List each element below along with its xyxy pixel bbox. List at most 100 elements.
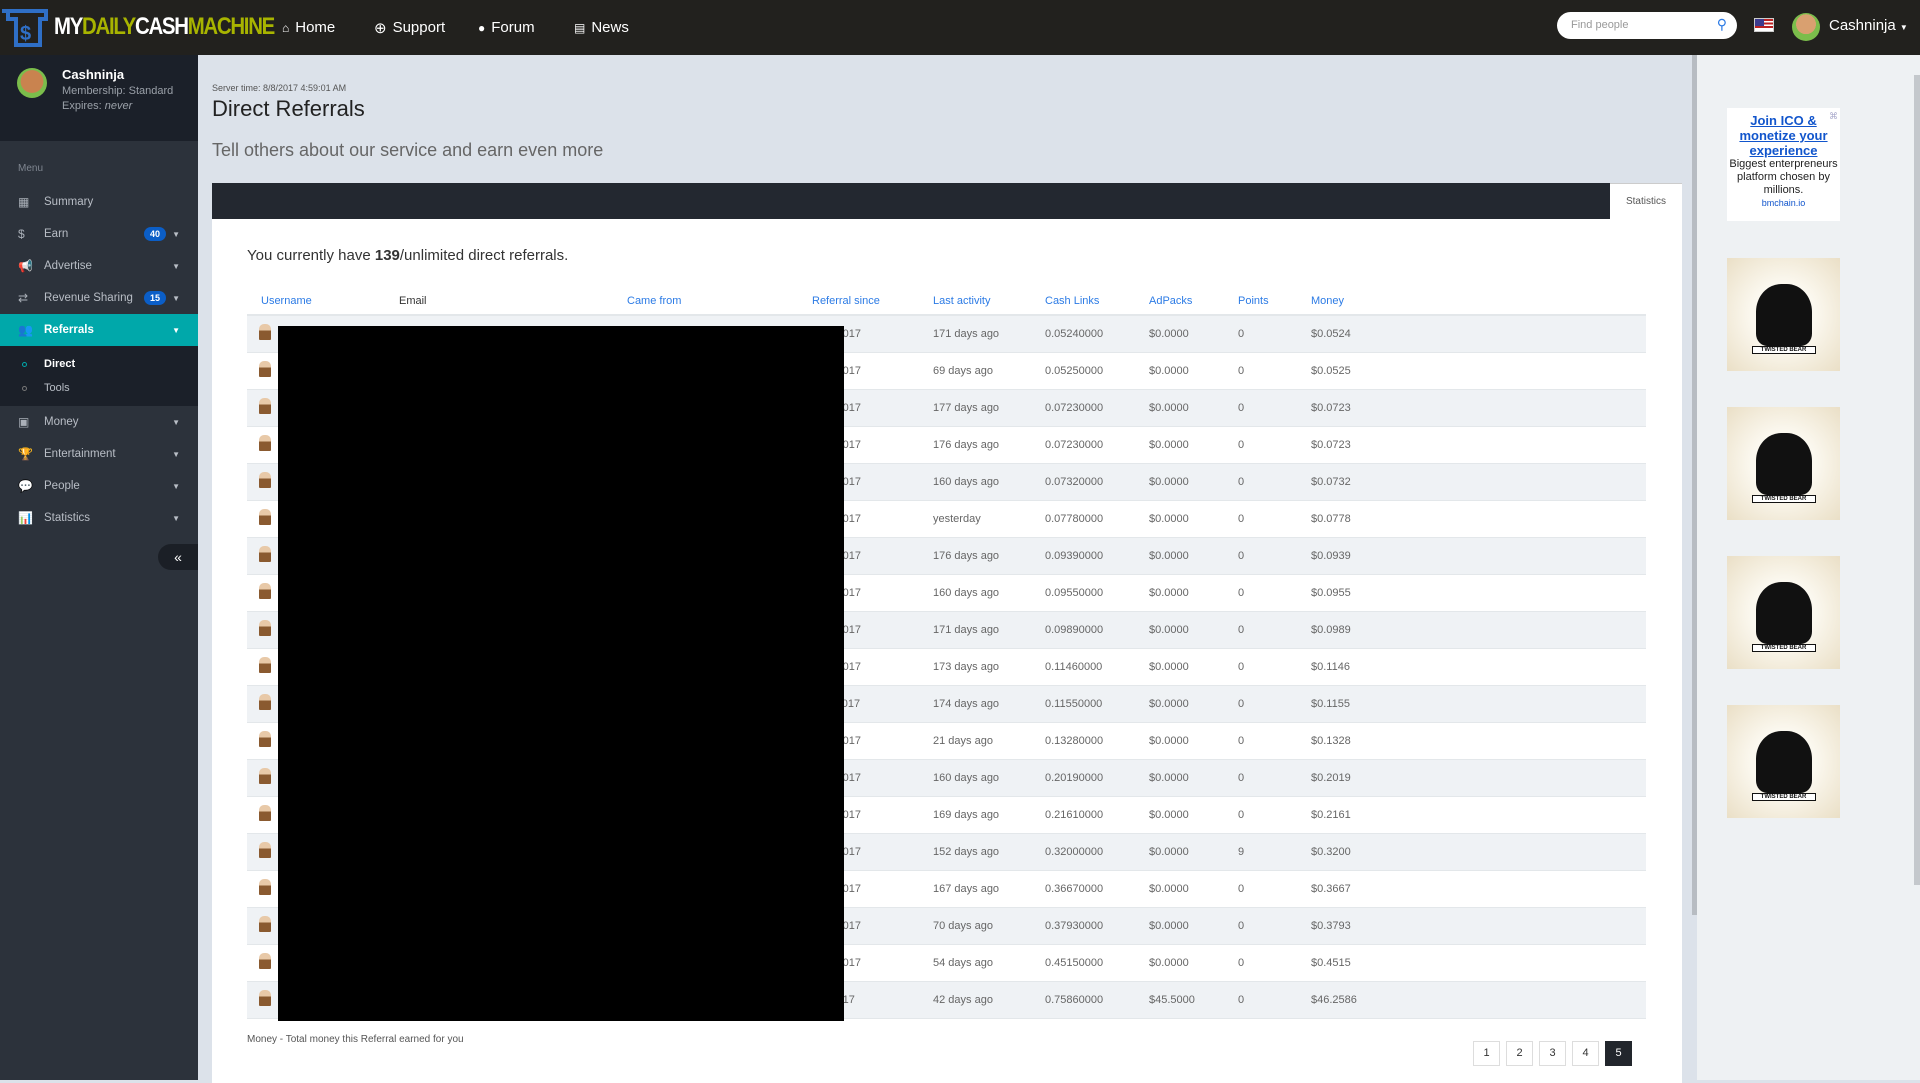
nav-forum[interactable]: ● Forum (478, 0, 535, 55)
user-avatar-icon[interactable] (259, 361, 271, 377)
sidebar-item-label: Referrals (44, 324, 94, 336)
column-header-username[interactable]: Username (247, 288, 385, 316)
search-input[interactable]: Find people ⚲ (1557, 12, 1737, 39)
logo[interactable]: $ MYDAILYCASHMACHINE (0, 6, 313, 48)
sidebar-item-people[interactable]: 💬 People ▼ (0, 470, 198, 502)
page-4-button[interactable]: 4 (1572, 1041, 1599, 1066)
user-avatar-icon[interactable] (259, 546, 271, 562)
nav-news[interactable]: ▤ News (574, 0, 629, 55)
twisted-bear-ad-banner[interactable]: TWISTED BEAR (1727, 556, 1840, 669)
avatar (17, 68, 47, 98)
sidebar-item-advertise[interactable]: 📢 Advertise ▼ (0, 250, 198, 282)
cell: $0.0000 (1135, 315, 1224, 353)
advertise-icon: 📢 (18, 259, 33, 273)
cell: $0.0000 (1135, 648, 1224, 686)
user-avatar-icon[interactable] (259, 953, 271, 969)
cell: 0 (1224, 352, 1297, 390)
user-avatar-icon[interactable] (259, 324, 271, 341)
page-2-button[interactable]: 2 (1506, 1041, 1533, 1066)
ad-domain[interactable]: bmchain.io (1727, 197, 1840, 210)
referrals-icon: 👥 (18, 323, 33, 337)
cell: 0 (1224, 759, 1297, 797)
user-avatar-icon[interactable] (259, 509, 271, 525)
sidebar-item-money[interactable]: ▣ Money ▼ (0, 406, 198, 438)
user-avatar-icon[interactable] (259, 768, 271, 784)
user-menu[interactable]: Cashninja ▼ (1829, 17, 1908, 34)
cell: 0.36670000 (1031, 870, 1135, 908)
logo-text: MYDAILYCASHMACHINE (54, 13, 275, 40)
sidebar-item-summary[interactable]: ▦ Summary (0, 186, 198, 218)
ad-headline-link[interactable]: Join ICO & monetize your experience (1727, 113, 1840, 158)
user-avatar-icon[interactable] (259, 620, 271, 636)
ad-text-banner[interactable]: ⌘ Join ICO & monetize your experience Bi… (1727, 108, 1840, 221)
sidebar-subitem-direct[interactable]: Direct (0, 352, 198, 376)
column-header-money[interactable]: Money (1297, 288, 1646, 316)
cell: $0.0778 (1297, 500, 1646, 538)
cell: 0.07230000 (1031, 426, 1135, 464)
sidebar-item-earn[interactable]: $ Earn 40 ▼ (0, 218, 198, 250)
user-avatar-icon[interactable] (259, 435, 271, 451)
collapse-sidebar-button[interactable]: « (158, 544, 198, 570)
page-scrollbar[interactable] (1914, 75, 1920, 885)
twisted-bear-ad-banner[interactable]: TWISTED BEAR (1727, 258, 1840, 371)
cell: $0.0732 (1297, 463, 1646, 501)
subitem-label: Tools (44, 382, 70, 394)
profile-card: Cashninja Membership: Standard Expires: … (0, 55, 198, 141)
page-3-button[interactable]: 3 (1539, 1041, 1566, 1066)
sidebar-item-statistics[interactable]: 📊 Statistics ▼ (0, 502, 198, 534)
user-avatar-icon[interactable] (259, 990, 271, 1006)
column-header-adpacks[interactable]: AdPacks (1135, 288, 1224, 316)
cell: 0 (1224, 315, 1297, 353)
caret-down-icon: ▼ (172, 513, 180, 523)
twisted-bear-ad-banner[interactable]: TWISTED BEAR (1727, 705, 1840, 818)
sidebar-item-entertainment[interactable]: 🏆 Entertainment ▼ (0, 438, 198, 470)
cell: $0.0000 (1135, 574, 1224, 612)
user-avatar-icon[interactable] (259, 879, 271, 895)
summary-icon: ▦ (18, 195, 30, 209)
column-header-came-from[interactable]: Came from (613, 288, 798, 316)
sidebar-item-referrals[interactable]: 👥 Referrals ▼ (0, 314, 198, 346)
user-avatar-icon[interactable] (259, 398, 271, 414)
column-header-last-activity[interactable]: Last activity (919, 288, 1031, 316)
nav-label: News (591, 19, 629, 36)
cell: 0 (1224, 500, 1297, 538)
bullet-icon (22, 361, 27, 367)
page-5-button[interactable]: 5 (1605, 1041, 1632, 1066)
tab-statistics[interactable]: Statistics (1610, 183, 1682, 219)
search-icon[interactable]: ⚲ (1717, 16, 1727, 33)
cell: $0.0000 (1135, 611, 1224, 649)
cell: 0 (1224, 944, 1297, 982)
cell: 0 (1224, 611, 1297, 649)
user-avatar-icon[interactable] (259, 805, 271, 821)
ad-choices-icon[interactable]: ⌘ (1829, 110, 1838, 123)
user-avatar-icon[interactable] (259, 583, 271, 599)
column-header-cash-links[interactable]: Cash Links (1031, 288, 1135, 316)
cell: 69 days ago (919, 352, 1031, 390)
sidebar-item-revenue-sharing[interactable]: ⇄ Revenue Sharing 15 ▼ (0, 282, 198, 314)
user-avatar-icon[interactable] (259, 657, 271, 673)
user-avatar-icon[interactable] (259, 472, 271, 488)
user-avatar-icon[interactable] (259, 694, 271, 710)
caret-down-icon: ▼ (172, 293, 180, 303)
twisted-bear-ad-banner[interactable]: TWISTED BEAR (1727, 407, 1840, 520)
nav-support[interactable]: ⊕ Support (374, 0, 445, 55)
cell: $0.3667 (1297, 870, 1646, 908)
referrals-submenu: Direct Tools (0, 346, 198, 406)
user-avatar-icon[interactable] (259, 916, 271, 932)
cell: 0.11460000 (1031, 648, 1135, 686)
caret-down-icon: ▼ (172, 261, 180, 271)
cell: 176 days ago (919, 426, 1031, 464)
cell: $0.0524 (1297, 315, 1646, 353)
nav-home[interactable]: ⌂ Home (282, 0, 335, 55)
avatar[interactable] (1792, 13, 1820, 41)
page-1-button[interactable]: 1 (1473, 1041, 1500, 1066)
cell: $0.0000 (1135, 389, 1224, 427)
us-flag-icon[interactable] (1754, 18, 1774, 32)
cell: 0 (1224, 648, 1297, 686)
column-header-referral-since[interactable]: Referral since (798, 288, 919, 316)
user-avatar-icon[interactable] (259, 731, 271, 747)
column-header-points[interactable]: Points (1224, 288, 1297, 316)
sidebar-subitem-tools[interactable]: Tools (0, 376, 198, 400)
user-name: Cashninja (1829, 17, 1896, 34)
user-avatar-icon[interactable] (259, 842, 271, 858)
